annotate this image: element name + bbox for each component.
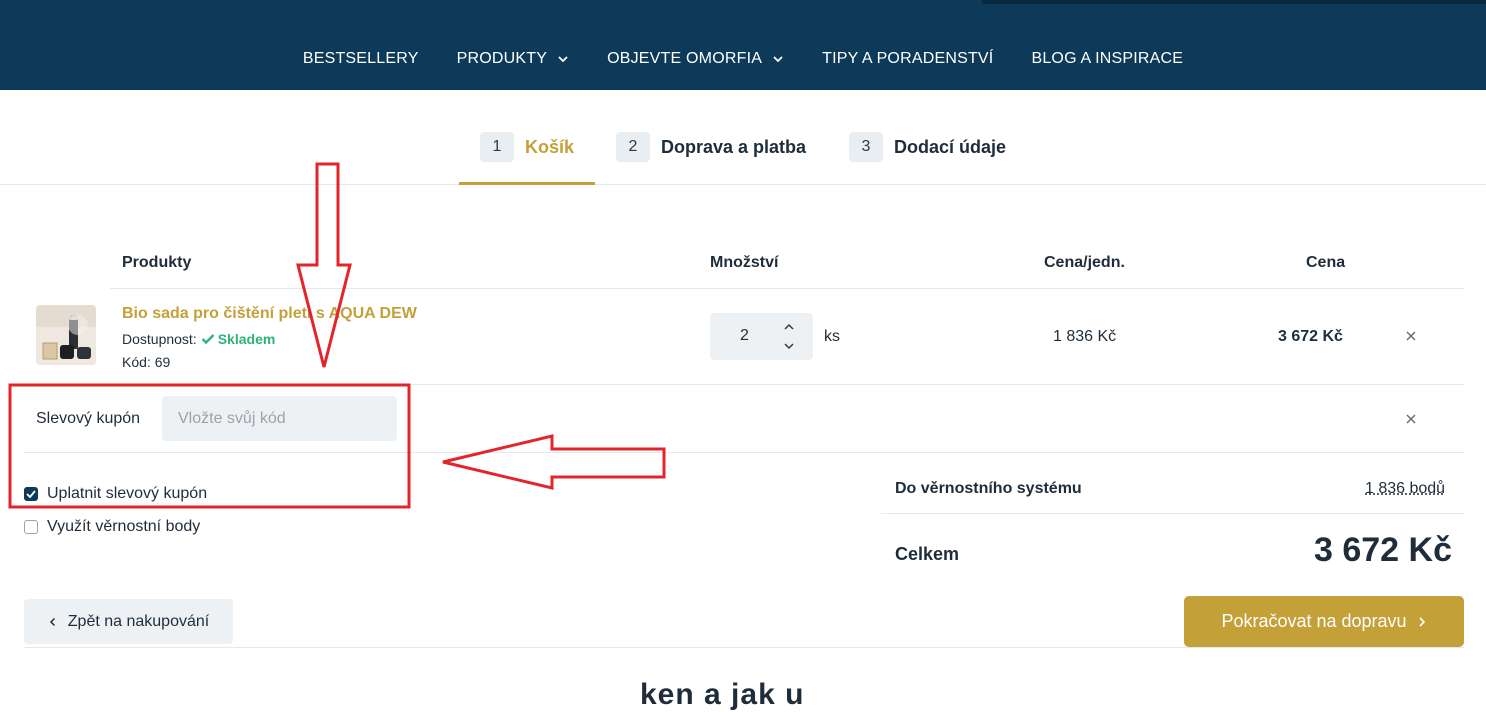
- apply-coupon-checkbox[interactable]: Uplatnit slevový kupón: [24, 485, 207, 503]
- unit-price: 1 836 Kč: [1053, 328, 1117, 345]
- step-shipping[interactable]: 2 Doprava a platba: [616, 132, 806, 162]
- availability: Dostupnost: Skladem: [122, 331, 275, 347]
- stock-status: Skladem: [197, 331, 276, 347]
- step-label: Dodací údaje: [894, 136, 1007, 157]
- summary-divider: [881, 513, 1464, 514]
- header-divider: [110, 288, 1464, 289]
- quantity-value[interactable]: 2: [740, 327, 749, 345]
- product-image: [36, 305, 96, 365]
- remove-item-close-icon[interactable]: [1404, 329, 1418, 343]
- chevron-left-icon: [49, 617, 55, 626]
- header-unit-price: Cena/jedn.: [1044, 254, 1125, 271]
- nav-item-produkty[interactable]: PRODUKTY: [457, 50, 570, 68]
- chevron-up-icon[interactable]: [782, 320, 796, 334]
- step-number: 3: [849, 132, 883, 162]
- nav-item-blog[interactable]: BLOG A INSPIRACE: [1031, 50, 1183, 68]
- footer-divider: [24, 647, 1464, 648]
- checkmark-icon: [26, 490, 36, 498]
- back-button-label: Zpět na nakupování: [67, 612, 210, 630]
- chevron-down-icon[interactable]: [782, 339, 796, 353]
- product-name-link[interactable]: Bio sada pro čištění pleti s AQUA DEW: [122, 305, 417, 323]
- header-price: Cena: [1306, 254, 1346, 271]
- header-products: Produkty: [122, 254, 192, 271]
- header-quantity: Množství: [710, 254, 779, 271]
- loyalty-points-label: Do věrnostního systému: [895, 480, 1082, 497]
- coupon-divider: [24, 452, 1464, 453]
- checkbox-unchecked[interactable]: [24, 520, 38, 534]
- nav-item-bestsellery[interactable]: BESTSELLERY: [303, 50, 419, 68]
- quantity-unit: ks: [824, 328, 840, 345]
- quantity-stepper[interactable]: 2: [710, 313, 813, 360]
- nav-item-objevte-omorfia[interactable]: OBJEVTE OMORFIA: [607, 50, 784, 68]
- step-number: 1: [480, 132, 514, 162]
- apply-coupon-label: Uplatnit slevový kupón: [47, 485, 208, 502]
- nav-item-label: BLOG A INSPIRACE: [1031, 50, 1184, 67]
- nav-item-label: BESTSELLERY: [302, 50, 419, 67]
- down-arrow: [296, 162, 352, 368]
- total-value: 3 672 Kč: [1314, 531, 1452, 569]
- step-cart[interactable]: 1 Košík: [480, 132, 574, 162]
- coupon-code-input[interactable]: [162, 396, 397, 441]
- nav-item-label: TIPY A PORADENSTVÍ: [822, 50, 994, 67]
- use-loyalty-points-label: Využít věrnostní body: [47, 518, 201, 535]
- coupon-label: Slevový kupón: [36, 410, 141, 427]
- checkbox-checked[interactable]: [24, 487, 38, 501]
- chevron-down-icon: [773, 56, 783, 63]
- continue-button-label: Pokračovat na dopravu: [1221, 611, 1407, 631]
- active-step-underline: [459, 182, 595, 185]
- use-loyalty-points-checkbox[interactable]: Využít věrnostní body: [24, 518, 200, 536]
- loyalty-points-value[interactable]: 1 836 bodů: [1365, 480, 1445, 498]
- chevron-down-icon: [558, 56, 568, 63]
- step-label: Košík: [525, 136, 575, 157]
- back-to-shopping-button[interactable]: Zpět na nakupování: [24, 599, 233, 644]
- availability-label: Dostupnost:: [122, 331, 197, 347]
- step-number: 2: [616, 132, 650, 162]
- main-nav: BESTSELLERY PRODUKTY OBJEVTE OMORFIA TIP…: [0, 50, 1486, 68]
- step-delivery-details[interactable]: 3 Dodací údaje: [849, 132, 1006, 162]
- left-arrow: [442, 434, 666, 490]
- total-label: Celkem: [895, 544, 960, 564]
- top-strip: [982, 0, 1486, 4]
- chevron-right-icon: [1418, 616, 1425, 627]
- product-thumbnail[interactable]: [36, 305, 96, 365]
- line-total-price: 3 672 Kč: [1278, 328, 1343, 345]
- product-code: Kód: 69: [122, 354, 171, 370]
- continue-to-shipping-button[interactable]: Pokračovat na dopravu: [1184, 596, 1464, 647]
- steps-divider: [0, 184, 1486, 185]
- stock-status-label: Skladem: [217, 331, 276, 347]
- close-coupon-icon[interactable]: [1404, 412, 1418, 426]
- nav-item-tipy[interactable]: TIPY A PORADENSTVÍ: [822, 50, 993, 68]
- nav-item-label: PRODUKTY: [456, 50, 548, 67]
- row-divider: [24, 384, 1464, 385]
- checkmark-icon: [201, 334, 215, 345]
- top-navigation-bar: BESTSELLERY PRODUKTY OBJEVTE OMORFIA TIP…: [0, 0, 1486, 90]
- step-label: Doprava a platba: [661, 136, 807, 157]
- nav-item-label: OBJEVTE OMORFIA: [607, 50, 763, 67]
- section-heading-partial: ken a jak u: [640, 678, 805, 711]
